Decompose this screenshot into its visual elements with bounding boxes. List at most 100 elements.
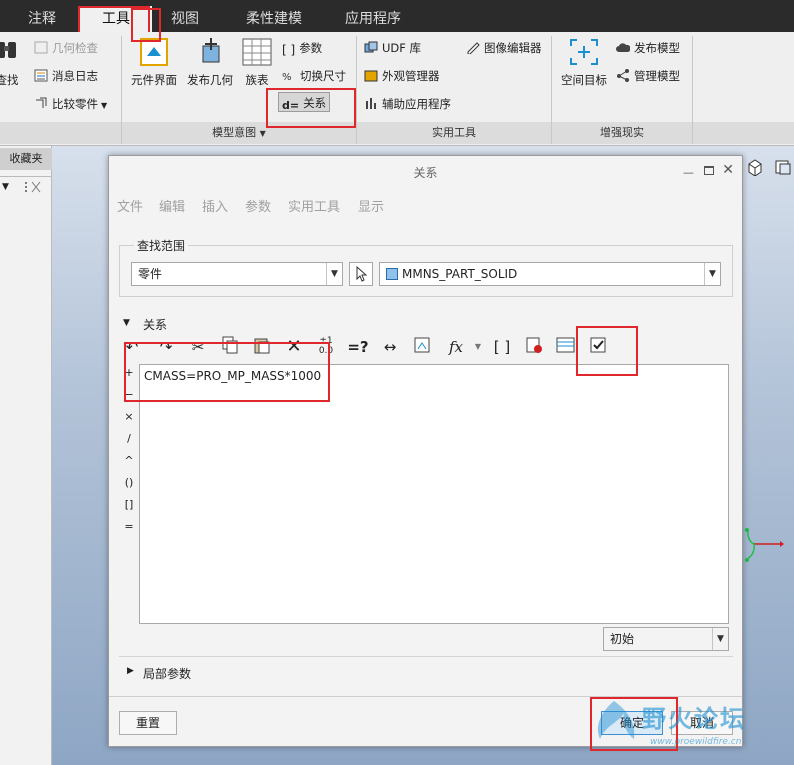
publish-model-button[interactable]: 发布模型 [616, 38, 680, 58]
highlight-tools-tab-right [131, 8, 161, 42]
braces-icon[interactable]: [ ] [491, 336, 513, 358]
compare-parts-button[interactable]: 比较零件 ▼ [34, 94, 107, 114]
chevron-down-icon: ▼ [712, 628, 728, 650]
function-icon[interactable]: fx [445, 336, 467, 358]
scope-type-value: 零件 [138, 267, 163, 281]
space-target-icon [567, 36, 601, 68]
ribbon-group-footer [0, 122, 121, 144]
dimension-icon[interactable]: ↔ [379, 336, 401, 358]
close-icon[interactable]: ✕ [722, 162, 734, 178]
element-interface-label: 元件界面 [131, 73, 177, 87]
chevron-down-icon: ▼ [101, 101, 108, 110]
switch-dims-label: 切换尺寸 [300, 69, 346, 83]
chevron-down-icon: ▼ [259, 129, 266, 138]
menu-insert[interactable]: 插入 [202, 196, 228, 215]
publish-geometry-label: 发布几何 [187, 73, 233, 87]
compare-parts-label: 比较零件 [52, 97, 98, 111]
select-pointer-button[interactable] [349, 262, 373, 286]
params-label: 参数 [299, 41, 323, 55]
utilities-group: 实用工具 [357, 122, 551, 144]
ribbon-panel: 查找 几何检查 消息日志 比较零件 ▼ 元件界面 发布几何 族表 [ ] 参数 % 切… [0, 32, 794, 146]
chevron-down-icon[interactable]: ▼ [467, 336, 489, 358]
op-parens[interactable]: () [121, 476, 137, 489]
message-log-button[interactable]: 消息日志 [34, 66, 98, 86]
tab-flexible-modeling[interactable]: 柔性建模 [224, 6, 324, 32]
appearance-manager-button[interactable]: 外观管理器 [364, 66, 440, 86]
section-divider [119, 656, 733, 657]
search-label: 查找 [0, 73, 19, 87]
op-power[interactable]: ^ [121, 454, 137, 467]
filter-icon[interactable] [22, 180, 46, 194]
verify-equals-icon[interactable]: =? [347, 336, 369, 358]
aux-apps-button[interactable]: 辅助应用程序 [364, 94, 451, 114]
local-params-label: 局部参数 [143, 667, 192, 681]
geom-check-button[interactable]: 几何检查 [34, 38, 98, 58]
op-divide[interactable]: / [121, 432, 137, 445]
scope-label: 查找范围 [134, 237, 189, 254]
space-target-button[interactable]: 空间目标 [556, 36, 612, 88]
highlight-relation-text [124, 342, 330, 402]
op-equals[interactable]: = [121, 520, 137, 533]
udf-library-label: UDF 库 [382, 41, 422, 55]
udf-library-button[interactable]: UDF 库 [364, 38, 421, 58]
relations-editor[interactable]: CMASS=PRO_MP_MASS*1000 [139, 364, 729, 624]
publish-geometry-button[interactable]: 发布几何 [184, 36, 236, 88]
expand-triangle-icon[interactable]: ▶ [127, 666, 134, 676]
element-interface-button[interactable]: 元件界面 [126, 36, 182, 88]
message-log-label: 消息日志 [52, 69, 98, 83]
publish-model-label: 发布模型 [634, 41, 680, 55]
menu-display[interactable]: 显示 [358, 196, 384, 215]
scope-object-select[interactable]: MMNS_PART_SOLID ▼ [379, 262, 721, 286]
cloud-icon [616, 40, 631, 53]
aux-apps-label: 辅助应用程序 [382, 97, 451, 111]
tab-applications[interactable]: 应用程序 [326, 6, 420, 32]
geom-check-label: 几何检查 [52, 41, 98, 55]
switch-dims-button[interactable]: % 切换尺寸 [282, 66, 346, 86]
highlight-relations-button [266, 88, 356, 128]
settings-icon[interactable] [523, 336, 545, 358]
cursor-arrow-icon [355, 265, 368, 285]
family-table-icon [240, 36, 274, 68]
model-intent-label: 模型意图 [212, 126, 257, 139]
family-table-label: 族表 [245, 73, 269, 87]
family-table-button[interactable]: 族表 [240, 36, 274, 88]
view-manager-icon[interactable] [774, 158, 792, 176]
insert-param-icon[interactable] [411, 336, 433, 358]
menu-utilities[interactable]: 实用工具 [288, 196, 340, 215]
manage-model-button[interactable]: 管理模型 [616, 66, 680, 86]
view-cube-icon[interactable] [746, 158, 764, 177]
chevron-down-icon: ▼ [704, 263, 720, 285]
log-icon [34, 68, 48, 82]
expand-triangle-icon[interactable]: ▼ [123, 318, 130, 328]
appearance-manager-label: 外观管理器 [382, 69, 440, 83]
menu-parameters[interactable]: 参数 [245, 196, 271, 215]
compare-icon [34, 96, 48, 109]
image-editor-button[interactable]: 图像编辑器 [466, 38, 542, 58]
table-icon[interactable] [555, 336, 577, 358]
tab-annotate[interactable]: 注释 [10, 6, 74, 32]
search-button[interactable]: 查找 [0, 36, 22, 88]
svg-text:%: % [282, 72, 292, 82]
space-target-label: 空间目标 [561, 73, 607, 87]
maximize-icon[interactable] [704, 166, 714, 175]
minimize-icon[interactable]: — [683, 166, 694, 179]
menu-edit[interactable]: 编辑 [159, 196, 185, 215]
menu-file[interactable]: 文件 [117, 196, 143, 215]
relations-section-label: 关系 [143, 318, 168, 332]
favorites-tab[interactable]: 收藏夹 [0, 148, 52, 170]
cancel-button[interactable]: 取消 [671, 711, 733, 735]
scope-type-select[interactable]: 零件 ▼ [131, 262, 343, 286]
tab-view[interactable]: 视图 [152, 6, 218, 32]
aux-apps-icon [364, 96, 378, 109]
chevron-down-icon[interactable]: ▼ [2, 182, 9, 192]
dialog-title: 关系 [109, 156, 742, 190]
reset-button[interactable]: 重置 [119, 711, 177, 735]
augmented-group: 增强现实 [552, 122, 692, 144]
sort-select[interactable]: 初始 ▼ [603, 627, 729, 651]
op-multiply[interactable]: × [121, 410, 137, 423]
op-brackets[interactable]: [] [121, 498, 137, 511]
augmented-label: 增强现实 [600, 126, 644, 139]
params-button[interactable]: [ ] 参数 [282, 38, 322, 58]
image-editor-icon [466, 40, 480, 55]
scope-object-value: MMNS_PART_SOLID [402, 267, 518, 281]
